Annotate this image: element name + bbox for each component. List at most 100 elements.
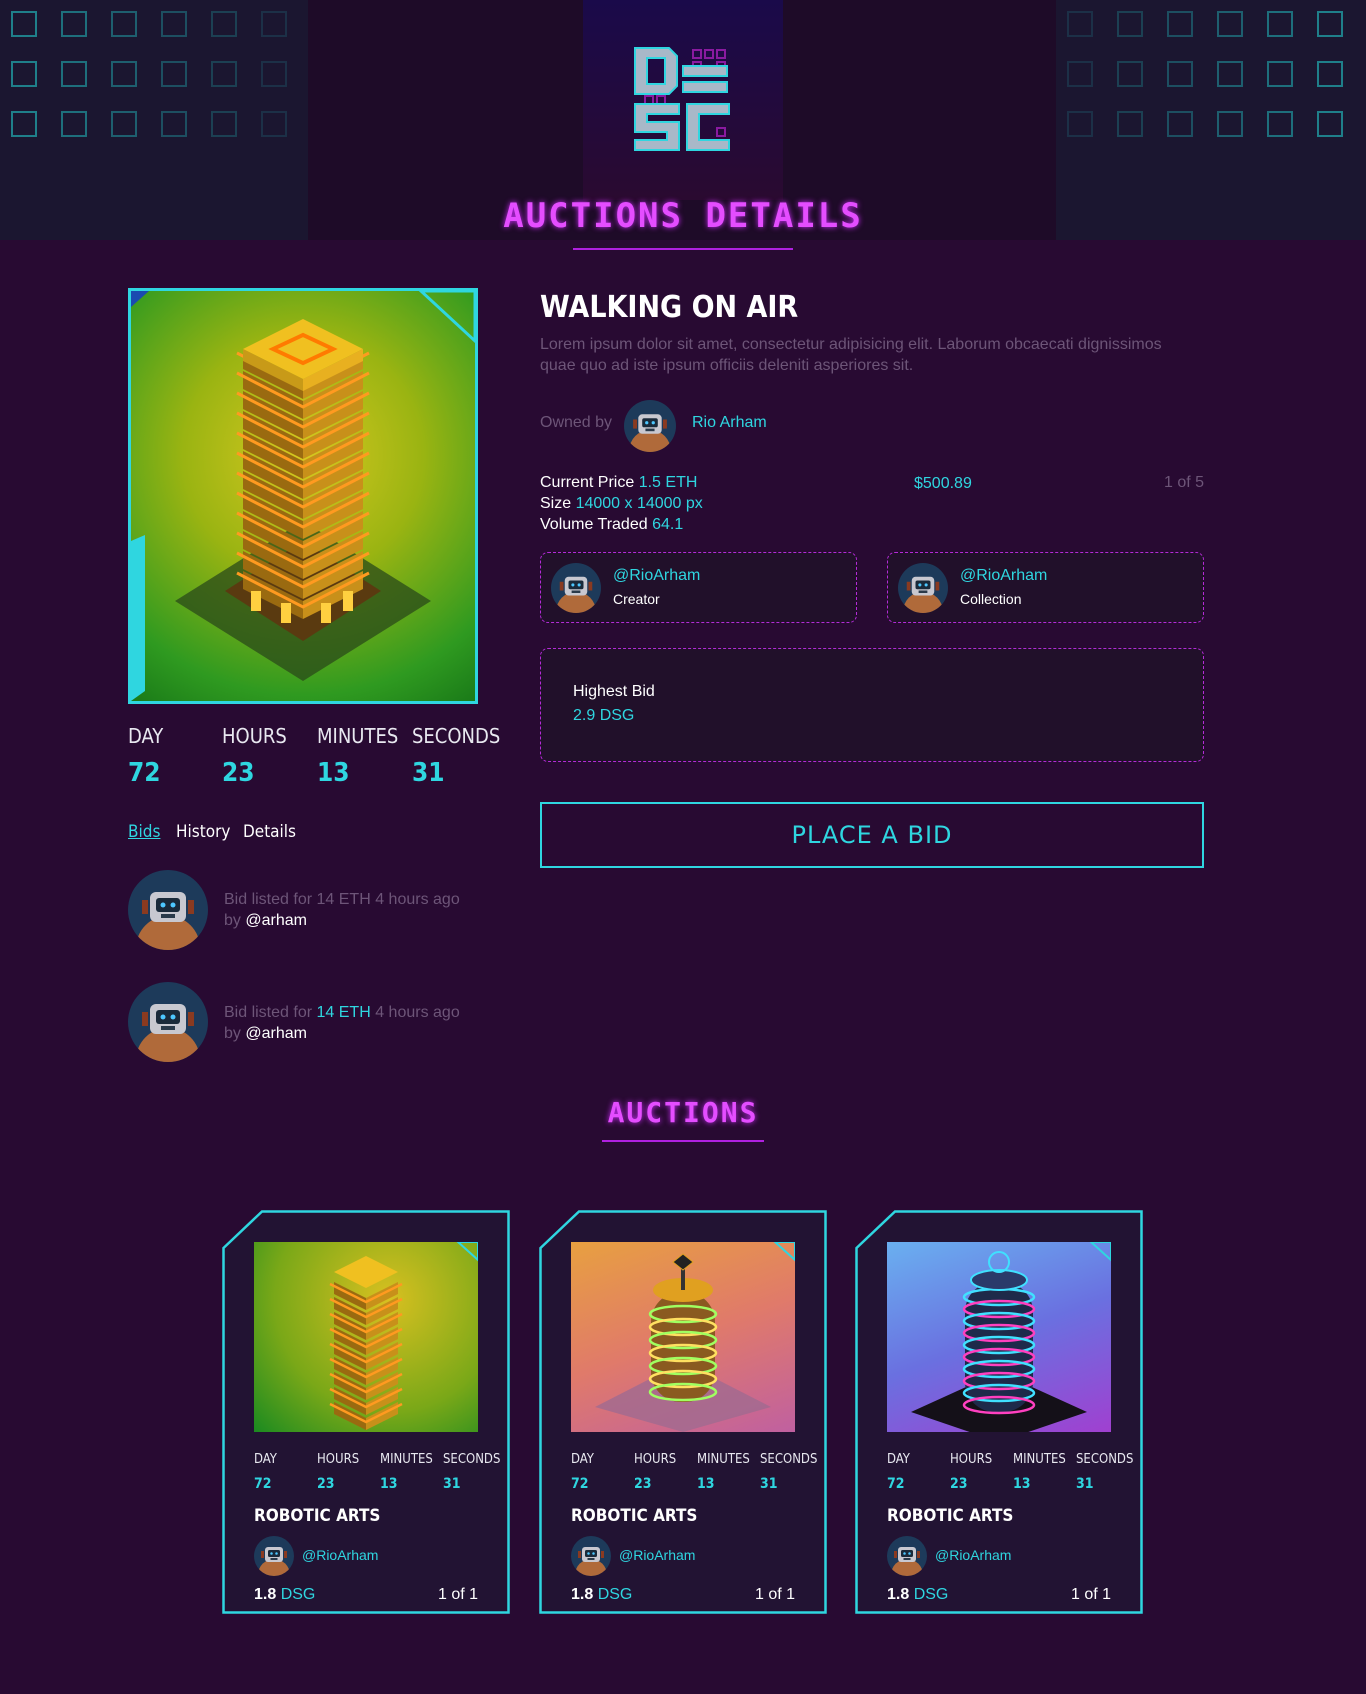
card-avatar[interactable] xyxy=(887,1536,927,1576)
grid-square xyxy=(211,61,237,87)
place-bid-button[interactable]: PLACE A BID xyxy=(540,802,1204,868)
grid-square xyxy=(1067,61,1093,87)
card-seconds-label: SECONDS xyxy=(443,1452,501,1467)
card-handle[interactable]: @RioArham xyxy=(619,1547,695,1563)
bid-item: Bid listed for 14 ETH 4 hours ago by @ar… xyxy=(224,889,460,931)
bid-by: by xyxy=(224,1025,241,1042)
auction-card[interactable]: DAY HOURS MINUTES SECONDS 72 23 13 31 RO… xyxy=(539,1210,827,1614)
card-minutes-label: MINUTES xyxy=(380,1452,433,1467)
grid-square xyxy=(1217,61,1243,87)
avatar[interactable] xyxy=(128,870,208,950)
grid-square xyxy=(1167,61,1193,87)
card-seconds-label: SECONDS xyxy=(1076,1452,1134,1467)
countdown-day-label: DAY xyxy=(128,724,164,748)
card-image[interactable] xyxy=(254,1242,478,1432)
card-handle[interactable]: @RioArham xyxy=(935,1547,1011,1563)
grid-square xyxy=(1217,111,1243,137)
size-value: 14000 x 14000 px xyxy=(575,495,703,512)
countdown-day-value: 72 xyxy=(128,758,161,788)
card-avatar[interactable] xyxy=(571,1536,611,1576)
bid-amount: 14 ETH xyxy=(316,891,371,908)
edition-count: 1 of 5 xyxy=(1164,474,1205,491)
auction-card[interactable]: DAY HOURS MINUTES SECONDS 72 23 13 31 RO… xyxy=(855,1210,1143,1614)
grid-square xyxy=(1117,11,1143,37)
card-seconds-value: 31 xyxy=(1076,1476,1094,1492)
avatar xyxy=(898,563,948,613)
countdown-hours-value: 23 xyxy=(222,758,255,788)
grid-square xyxy=(261,11,287,37)
card-price: 1.8 DSG xyxy=(887,1586,948,1604)
card-price-currency: DSG xyxy=(280,1586,316,1603)
card-hours-label: HOURS xyxy=(950,1452,993,1467)
card-artwork xyxy=(329,1242,478,1430)
card-avatar[interactable] xyxy=(254,1536,294,1576)
card-image[interactable] xyxy=(887,1242,1111,1432)
owned-by-label: Owned by xyxy=(540,414,613,431)
bid-item: Bid listed for 14 ETH 4 hours ago by @ar… xyxy=(224,1002,460,1044)
bid-user[interactable]: @arham xyxy=(245,912,307,929)
bid-user[interactable]: @arham xyxy=(245,1025,307,1042)
card-day-value: 72 xyxy=(254,1476,272,1492)
card-minutes-value: 13 xyxy=(380,1476,398,1492)
grid-square xyxy=(261,61,287,87)
site-logo[interactable] xyxy=(583,0,783,200)
grid-square xyxy=(1067,11,1093,37)
collection-card[interactable]: @RioArham Collection xyxy=(887,552,1204,623)
card-hours-value: 23 xyxy=(317,1476,335,1492)
owner-name[interactable]: Rio Arham xyxy=(692,414,767,432)
grid-square xyxy=(211,111,237,137)
bid-time: 4 hours ago xyxy=(375,891,460,908)
card-title: ROBOTIC ARTS xyxy=(571,1506,698,1526)
creator-role: Creator xyxy=(613,591,660,607)
tab-details[interactable]: Details xyxy=(243,822,296,842)
current-price: Current Price 1.5 ETH xyxy=(540,474,697,492)
card-image[interactable] xyxy=(571,1242,795,1432)
grid-square xyxy=(161,111,187,137)
card-edition: 1 of 1 xyxy=(437,1586,478,1603)
grid-square xyxy=(261,111,287,137)
grid-square xyxy=(1117,111,1143,137)
grid-square xyxy=(111,111,137,137)
countdown-minutes-label: MINUTES xyxy=(317,724,399,748)
card-price-value: 1.8 xyxy=(254,1586,277,1603)
card-handle[interactable]: @RioArham xyxy=(302,1547,378,1563)
card-price-value: 1.8 xyxy=(887,1586,910,1603)
grid-square xyxy=(11,11,37,37)
bid-prefix: Bid listed for xyxy=(224,1004,313,1021)
grid-square xyxy=(1267,61,1293,87)
auction-card[interactable]: DAY HOURS MINUTES SECONDS 72 23 13 31 RO… xyxy=(222,1210,510,1614)
usd-price: $500.89 xyxy=(914,475,972,492)
grid-square xyxy=(1317,11,1343,37)
auctions-title-underline xyxy=(602,1140,764,1142)
card-day-label: DAY xyxy=(887,1452,910,1467)
size: Size 14000 x 14000 px xyxy=(540,495,703,513)
card-day-value: 72 xyxy=(571,1476,589,1492)
card-minutes-label: MINUTES xyxy=(697,1452,750,1467)
nft-image[interactable] xyxy=(128,288,478,704)
countdown-minutes-value: 13 xyxy=(317,758,350,788)
countdown-seconds-value: 31 xyxy=(412,758,445,788)
tab-history[interactable]: History xyxy=(176,822,230,842)
tab-bids[interactable]: Bids xyxy=(128,822,160,842)
card-price-currency: DSG xyxy=(913,1586,949,1603)
card-hours-value: 23 xyxy=(950,1476,968,1492)
creator-card[interactable]: @RioArham Creator xyxy=(540,552,857,623)
card-edition: 1 of 1 xyxy=(754,1586,795,1603)
avatar[interactable] xyxy=(624,400,676,452)
card-price-value: 1.8 xyxy=(571,1586,594,1603)
card-title: ROBOTIC ARTS xyxy=(887,1506,1014,1526)
nft-title: WALKING ON AIR xyxy=(540,290,799,325)
grid-square xyxy=(1217,11,1243,37)
avatar[interactable] xyxy=(128,982,208,1062)
highest-bid-value: 2.9 DSG xyxy=(573,707,635,724)
highest-bid-label: Highest Bid xyxy=(573,683,655,700)
card-price: 1.8 DSG xyxy=(254,1586,315,1604)
grid-square xyxy=(1267,11,1293,37)
grid-square xyxy=(1167,111,1193,137)
title-underline xyxy=(573,248,793,250)
grid-square xyxy=(111,61,137,87)
card-day-label: DAY xyxy=(571,1452,594,1467)
countdown-seconds-label: SECONDS xyxy=(412,724,501,748)
creator-handle: @RioArham xyxy=(613,567,701,584)
grid-square xyxy=(161,11,187,37)
